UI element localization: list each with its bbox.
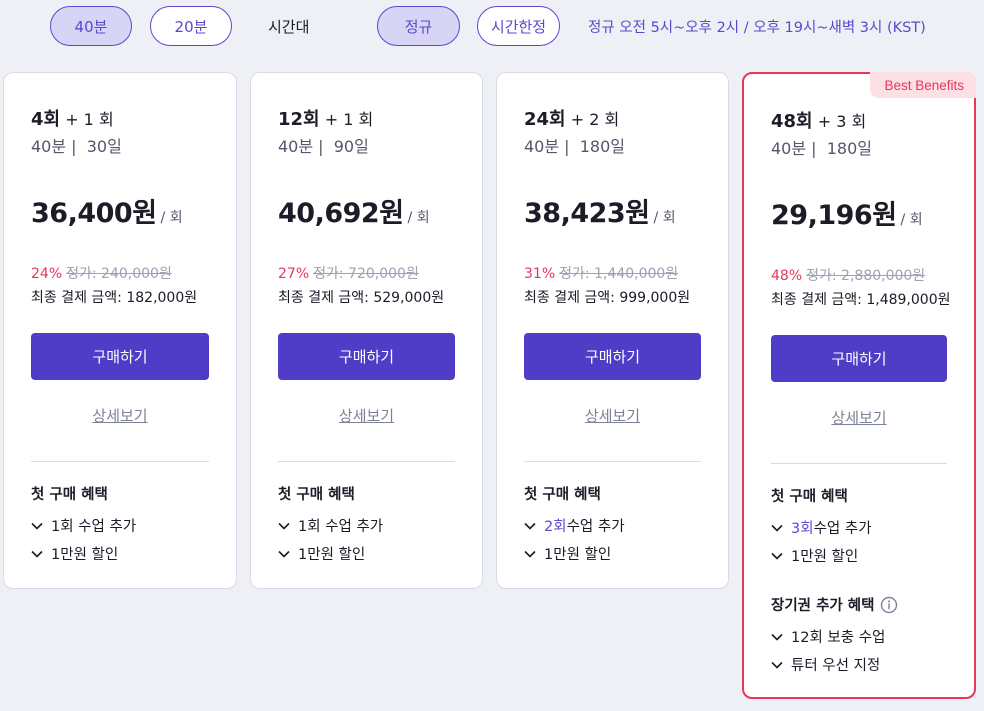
chevron-down-icon bbox=[278, 550, 290, 558]
benefit-item: 1만원 할인 bbox=[31, 543, 118, 564]
chevron-down-icon bbox=[524, 550, 536, 558]
best-benefits-badge: Best Benefits bbox=[870, 72, 976, 98]
chevron-down-icon bbox=[278, 522, 290, 530]
plan-final-price: 최종 결제 금액: 529,000원 bbox=[278, 290, 445, 306]
chevron-down-icon bbox=[771, 661, 783, 669]
plan-discount: 27% 정가: 720,000원 bbox=[278, 266, 419, 282]
benefit-item: 2회 수업 추가 bbox=[524, 515, 625, 536]
divider bbox=[31, 461, 209, 462]
divider bbox=[771, 463, 947, 464]
chevron-down-icon bbox=[771, 633, 783, 641]
duration-option-40[interactable]: 40분 bbox=[50, 6, 132, 46]
benefit-item: 1회 수업 추가 bbox=[278, 515, 383, 536]
plan-card-12: 12회 + 1 회 40분 | 90일 40,692원 / 회 27% 정가: 72… bbox=[250, 72, 483, 589]
benefit-title: 첫 구매 혜택 bbox=[278, 487, 355, 503]
detail-link[interactable]: 상세보기 bbox=[31, 405, 209, 426]
time-option-regular[interactable]: 정규 bbox=[377, 6, 460, 46]
plan-price: 29,196원 / 회 bbox=[771, 200, 923, 231]
plan-card-48: Best Benefits 48회 + 3 회 40분 | 180일 29,19… bbox=[742, 72, 976, 699]
extra-benefit-title: 장기권 추가 혜택 bbox=[771, 594, 898, 615]
benefit-title: 첫 구매 혜택 bbox=[31, 487, 108, 503]
benefit-item: 1만원 할인 bbox=[524, 543, 611, 564]
extra-benefit-item: 12회 보충 수업 bbox=[771, 626, 885, 647]
plan-final-price: 최종 결제 금액: 182,000원 bbox=[31, 290, 198, 306]
plan-final-price: 최종 결제 금액: 999,000원 bbox=[524, 290, 691, 306]
benefit-title: 첫 구매 혜택 bbox=[524, 487, 601, 503]
benefit-item: 1회 수업 추가 bbox=[31, 515, 136, 536]
buy-button[interactable]: 구매하기 bbox=[771, 335, 947, 382]
plan-meta: 40분 | 180일 bbox=[771, 139, 873, 158]
chevron-down-icon bbox=[31, 550, 43, 558]
plan-meta: 40분 | 180일 bbox=[524, 137, 626, 156]
chevron-down-icon bbox=[31, 522, 43, 530]
benefit-item: 1만원 할인 bbox=[278, 543, 365, 564]
detail-link[interactable]: 상세보기 bbox=[524, 405, 701, 426]
divider bbox=[524, 461, 701, 462]
benefit-item: 3회 수업 추가 bbox=[771, 517, 872, 538]
plan-meta: 40분 | 90일 bbox=[278, 137, 369, 156]
filter-bar: 40분 20분 시간대 정규 시간한정 정규 오전 5시~오후 2시 / 오후 … bbox=[0, 0, 984, 60]
plan-price: 36,400원 / 회 bbox=[31, 198, 183, 229]
extra-benefit-item: 튜터 우선 지정 bbox=[771, 654, 880, 675]
plan-sessions: 24회 + 2 회 bbox=[524, 109, 620, 130]
detail-link[interactable]: 상세보기 bbox=[771, 407, 947, 428]
plan-price: 38,423원 / 회 bbox=[524, 198, 676, 229]
time-label: 시간대 bbox=[268, 17, 310, 36]
plan-discount: 24% 정가: 240,000원 bbox=[31, 266, 172, 282]
chevron-down-icon bbox=[524, 522, 536, 530]
buy-button[interactable]: 구매하기 bbox=[31, 333, 209, 380]
plan-card-4: 4회 + 1 회 40분 | 30일 36,400원 / 회 24% 정가: 240… bbox=[3, 72, 237, 589]
chevron-down-icon bbox=[771, 524, 783, 532]
time-option-limited[interactable]: 시간한정 bbox=[477, 6, 560, 46]
benefit-item: 1만원 할인 bbox=[771, 545, 858, 566]
plan-meta: 40분 | 30일 bbox=[31, 137, 122, 156]
plan-price: 40,692원 / 회 bbox=[278, 198, 430, 229]
plan-final-price: 최종 결제 금액: 1,489,000원 bbox=[771, 292, 951, 308]
info-icon[interactable] bbox=[880, 596, 898, 614]
plan-sessions: 4회 + 1 회 bbox=[31, 109, 114, 130]
plan-sessions: 12회 + 1 회 bbox=[278, 109, 374, 130]
chevron-down-icon bbox=[771, 552, 783, 560]
duration-option-20[interactable]: 20분 bbox=[150, 6, 232, 46]
plan-discount: 48% 정가: 2,880,000원 bbox=[771, 268, 926, 284]
buy-button[interactable]: 구매하기 bbox=[524, 333, 701, 380]
plan-sessions: 48회 + 3 회 bbox=[771, 111, 867, 132]
benefit-title: 첫 구매 혜택 bbox=[771, 489, 848, 505]
detail-link[interactable]: 상세보기 bbox=[278, 405, 455, 426]
plan-card-24: 24회 + 2 회 40분 | 180일 38,423원 / 회 31% 정가: 1… bbox=[496, 72, 729, 589]
buy-button[interactable]: 구매하기 bbox=[278, 333, 455, 380]
plan-discount: 31% 정가: 1,440,000원 bbox=[524, 266, 679, 282]
divider bbox=[278, 461, 455, 462]
schedule-note: 정규 오전 5시~오후 2시 / 오후 19시~새벽 3시 (KST) bbox=[588, 19, 926, 36]
